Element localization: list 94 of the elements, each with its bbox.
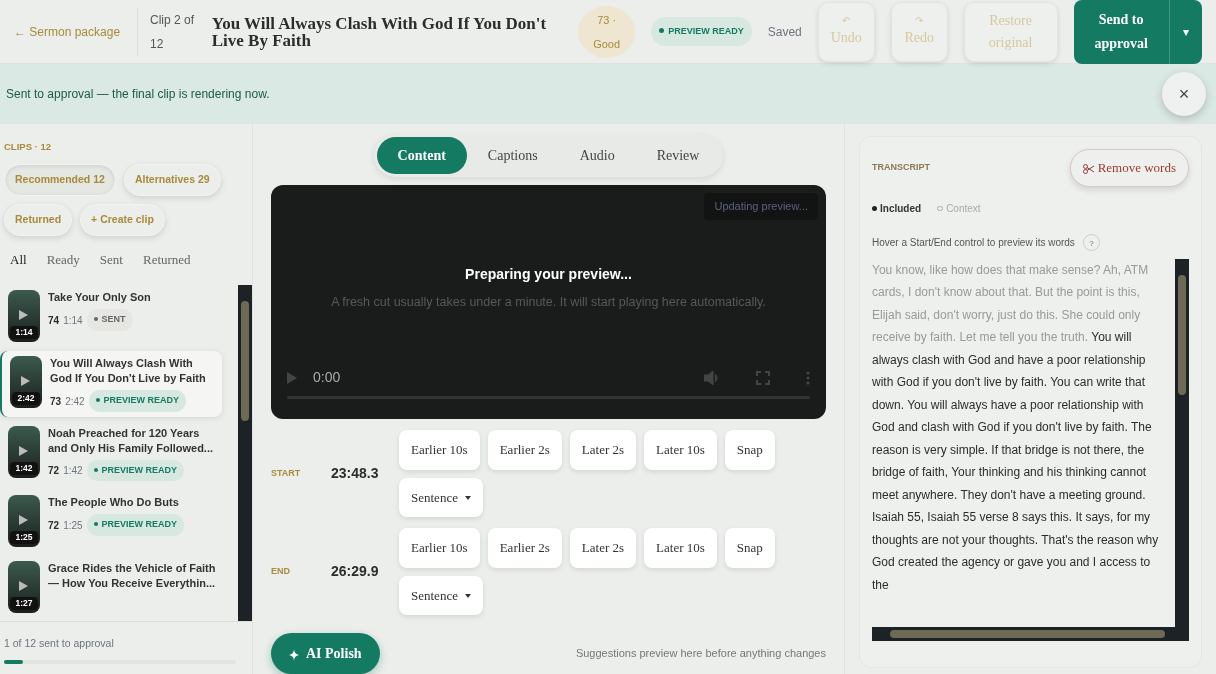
- trim-button[interactable]: Earlier 2s: [487, 430, 562, 470]
- play-icon: [19, 515, 28, 526]
- thumbnail-duration: 1:25: [10, 531, 38, 545]
- tab[interactable]: Captions: [466, 137, 559, 174]
- clip-item[interactable]: 1:25 The People Who Do Buts 72 1:25 PREVIEW READY: [0, 490, 222, 553]
- progress-text: 1 of 12 sent to approval: [4, 636, 115, 652]
- clip-title: Take Your Only Son: [48, 290, 151, 306]
- clip-title: You Will Always Clash With God If You Don't Live by Faith: [50, 356, 207, 387]
- trim-button[interactable]: Snap: [724, 528, 775, 568]
- tab[interactable]: Content: [376, 137, 467, 174]
- status-message: Sent to approval — the final clip is rendering now.: [6, 86, 270, 103]
- scrollbar[interactable]: [1175, 258, 1189, 627]
- volume-icon[interactable]: [704, 370, 720, 385]
- sentence-dropdown[interactable]: Sentence: [399, 575, 484, 615]
- dot-icon: [93, 467, 98, 472]
- more-icon[interactable]: [806, 370, 810, 385]
- dot-icon: [95, 398, 100, 403]
- play-icon: [21, 376, 30, 387]
- hint-text: Hover a Start/End control to preview its words: [872, 235, 1075, 250]
- preview-message: A fresh cut usually takes under a minute. It will start playing here automatically.: [331, 294, 766, 312]
- clip-duration: 1:42: [63, 464, 83, 478]
- save-status: Saved: [767, 23, 802, 41]
- ai-polish-button[interactable]: AI Polish: [271, 633, 380, 674]
- clip-title: Grace Rides the Vehicle of Faith — How You Receive Everythin...: [48, 561, 216, 592]
- dot-icon: [93, 317, 98, 322]
- remove-words-button[interactable]: Remove words: [1069, 149, 1189, 187]
- dot-icon: [93, 522, 98, 527]
- play-icon[interactable]: [287, 371, 297, 384]
- filter-tab[interactable]: Returned: [136, 249, 197, 270]
- caret-icon: [465, 495, 472, 500]
- trim-time: 23:48.3: [331, 464, 380, 483]
- clip-position: Clip 2 of 12: [137, 7, 196, 56]
- clip-score: 73: [50, 394, 62, 409]
- clip-title: You Will Always Clash With God If You Don't Live By Faith: [211, 14, 548, 49]
- trim-button[interactable]: Snap: [724, 430, 775, 470]
- clip-item[interactable]: 2:42 You Will Always Clash With God If You Don't Live by Faith 73 2:42 PREVIEW READY: [0, 351, 222, 417]
- filter-tab[interactable]: Ready: [40, 249, 86, 270]
- tab[interactable]: Review: [635, 137, 721, 174]
- trim-label: START: [271, 466, 302, 480]
- clip-title: The People Who Do Buts: [48, 495, 180, 511]
- play-icon: [19, 581, 28, 592]
- close-button[interactable]: ×: [1162, 72, 1206, 116]
- thumbnail-duration: 1:42: [10, 461, 38, 475]
- clip-item[interactable]: 1:42 Noah Preached for 120 Years and Only His Family Followed... 72 1:42 PREVIEW READY: [0, 420, 222, 487]
- filter-tab[interactable]: All: [4, 249, 33, 270]
- thumbnail-duration: 2:42: [12, 392, 40, 406]
- clip-score: 72: [48, 518, 60, 533]
- clip-duration: 2:42: [65, 394, 85, 409]
- status-pill: PREVIEW READY: [86, 514, 185, 536]
- trim-label: END: [271, 564, 291, 578]
- section-heading: TRANSCRIPT: [872, 161, 930, 174]
- clip-duration: 1:25: [63, 518, 83, 533]
- transcript-text: You know, like how does that make sense? Ah, ATM cards, I don't know about that. But the point is this, Elijah said, don't worry, just do this. She could only receive by faith. Let me tell you the truth. You will always clash with God and have a poor relationship with God if you don't live by faith. You can write that down. You will always have a poor relationship with God and clash with God if you don't live by faith. The reason is very simple. If that bridge is not there, the bridge of faith, Your thinking and his thinking cannot meet anywhere. They don't have a meeting ground. Isaiah 55, Isaiah 55 verse 8 says this. It says, for my thoughts are not your thoughts. That's the reason why God created the agency or gave you and I access to the: [872, 261, 1160, 594]
- trim-button[interactable]: Later 10s: [644, 430, 717, 470]
- status-pill: SENT: [86, 309, 133, 331]
- thumbnail-duration: 1:27: [10, 597, 38, 611]
- play-icon: [19, 445, 28, 456]
- dropdown-button[interactable]: ▾: [1168, 0, 1202, 64]
- trim-time: 26:29.9: [331, 562, 380, 581]
- trim-button[interactable]: Earlier 10s: [399, 430, 480, 470]
- sentence-dropdown[interactable]: Sentence: [399, 477, 484, 517]
- clip-item[interactable]: 1:27 Grace Rides the Vehicle of Faith — How You Receive Everythin...: [0, 556, 222, 619]
- trim-button[interactable]: Later 2s: [569, 430, 637, 470]
- scrollbar[interactable]: [872, 626, 1189, 641]
- scissors-icon: [1082, 164, 1094, 174]
- tab[interactable]: Audio: [558, 137, 636, 174]
- clip-title: Noah Preached for 120 Years and Only His Family Followed...: [48, 425, 215, 456]
- status-pill: PREVIEW READY: [86, 459, 185, 482]
- legend-item: Included: [872, 200, 922, 216]
- trim-button[interactable]: Later 10s: [644, 528, 717, 568]
- fullscreen-icon[interactable]: [756, 370, 770, 385]
- preview-badge: Updating preview...: [704, 193, 818, 220]
- hint-text: Suggestions preview here before anything changes: [575, 646, 826, 662]
- status-badge: PREVIEW READY: [651, 16, 752, 47]
- trim-button[interactable]: Later 2s: [569, 528, 637, 568]
- trim-button[interactable]: Earlier 2s: [487, 528, 562, 568]
- time-display: 0:00: [313, 368, 341, 387]
- clip-score: 74: [48, 313, 60, 328]
- thumbnail-duration: 1:14: [10, 326, 38, 340]
- play-icon: [19, 310, 28, 321]
- section-heading: CLIPS · 12: [3, 140, 52, 154]
- status-pill: PREVIEW READY: [88, 390, 187, 412]
- caret-icon: [465, 593, 472, 598]
- clip-score: 72: [48, 464, 60, 478]
- filter-tab[interactable]: Sent: [93, 249, 129, 270]
- trim-button[interactable]: Earlier 10s: [399, 528, 480, 568]
- preview-title: Preparing your preview...: [465, 265, 632, 285]
- send-button[interactable]: Send to approval: [1073, 0, 1169, 64]
- clip-duration: 1:14: [63, 313, 83, 328]
- clip-item[interactable]: 1:14 Take Your Only Son 74 1:14 SENT: [0, 285, 222, 348]
- dot-icon: [872, 205, 877, 211]
- legend-item: Context: [937, 200, 981, 216]
- scrollbar[interactable]: [238, 285, 252, 622]
- score-badge: 73 · Good: [578, 5, 636, 58]
